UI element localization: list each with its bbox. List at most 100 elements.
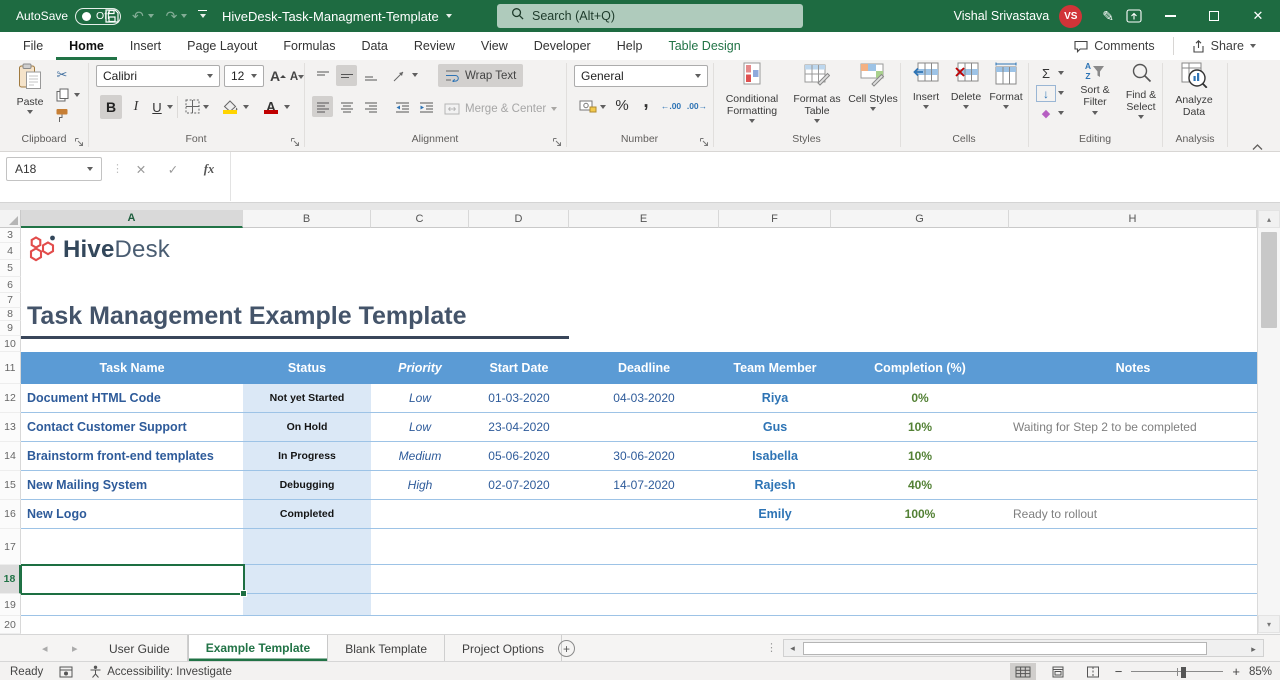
header-priority[interactable]: Priority [371, 352, 469, 384]
vertical-scrollbar[interactable]: ▴ ▾ [1257, 210, 1280, 634]
cell-status[interactable]: Not yet Started [243, 384, 371, 412]
cell-task[interactable]: Brainstorm front-end templates [21, 442, 243, 470]
name-box[interactable]: A18 [6, 157, 102, 181]
fill-handle[interactable] [240, 590, 247, 597]
vertical-scrollbar-thumb[interactable] [1261, 232, 1277, 328]
cell-start-date[interactable]: 05-06-2020 [469, 442, 569, 470]
view-page-layout-button[interactable] [1045, 663, 1071, 680]
customize-quick-access-icon[interactable] [193, 0, 212, 32]
row-header[interactable]: 7 [0, 293, 21, 308]
number-format-select[interactable]: General [574, 65, 708, 87]
cell-status[interactable]: In Progress [243, 442, 371, 470]
row-header[interactable]: 15 [0, 471, 21, 500]
zoom-out-button[interactable]: − [1115, 664, 1123, 679]
cell-status[interactable]: On Hold [243, 413, 371, 441]
tab-bar-resizer[interactable]: ⋮ [766, 641, 777, 654]
cell-notes[interactable] [1009, 442, 1257, 470]
user-name[interactable]: Vishal Srivastava [954, 9, 1050, 23]
cell-deadline[interactable]: 14-07-2020 [569, 471, 719, 499]
fill-color-button[interactable] [220, 94, 240, 118]
avatar[interactable]: VS [1059, 5, 1082, 28]
sheet-nav-right-icon[interactable]: ▸ [72, 635, 78, 662]
minimize-button[interactable] [1148, 0, 1192, 32]
insert-function-icon[interactable]: fx [196, 157, 222, 181]
cell-deadline[interactable] [569, 413, 719, 441]
redo-icon[interactable]: ↷ [160, 0, 194, 32]
fill-button[interactable]: ↓ [1036, 85, 1056, 102]
cell-completion[interactable]: 40% [831, 471, 1009, 499]
tab-table-design[interactable]: Table Design [655, 32, 753, 60]
number-dialog-launcher-icon[interactable] [699, 134, 710, 145]
clear-dropdown-icon[interactable] [1058, 111, 1064, 115]
scroll-down-icon[interactable]: ▾ [1258, 615, 1280, 633]
cell-status[interactable]: Completed [243, 500, 371, 528]
comments-button[interactable]: Comments [1064, 34, 1164, 58]
cell-priority[interactable]: Medium [371, 442, 469, 470]
align-left-button[interactable] [312, 96, 333, 117]
row-header[interactable]: 11 [0, 352, 21, 384]
cell-priority[interactable] [371, 500, 469, 528]
font-color-dropdown-icon[interactable] [284, 105, 290, 109]
format-cells-button[interactable]: Format [986, 62, 1026, 109]
select-all-button[interactable] [0, 210, 21, 228]
ribbon-display-options-icon[interactable] [1120, 0, 1148, 32]
row-header[interactable]: 13 [0, 413, 21, 442]
close-button[interactable]: ✕ [1236, 0, 1280, 32]
analyze-data-button[interactable]: Analyze Data [1166, 62, 1222, 118]
name-box-resizer[interactable]: ⋮ [112, 162, 123, 175]
tab-data[interactable]: Data [348, 32, 400, 60]
delete-cells-button[interactable]: Delete [946, 62, 986, 109]
tab-view[interactable]: View [468, 32, 521, 60]
cell-completion[interactable]: 10% [831, 442, 1009, 470]
row-header[interactable]: 16 [0, 500, 21, 529]
format-as-table-button[interactable]: Format as Table [788, 62, 846, 123]
format-painter-button[interactable] [52, 107, 72, 123]
cell-notes[interactable]: Ready to rollout [1009, 500, 1257, 528]
cell-task[interactable]: Contact Customer Support [21, 413, 243, 441]
horizontal-scrollbar[interactable]: ◂ ▸ [783, 639, 1264, 657]
conditional-formatting-button[interactable]: Conditional Formatting [720, 62, 784, 123]
column-header-f[interactable]: F [719, 210, 831, 228]
align-center-button[interactable] [336, 96, 357, 117]
zoom-slider[interactable] [1131, 665, 1223, 679]
row-header[interactable]: 6 [0, 277, 21, 293]
cell-priority[interactable]: High [371, 471, 469, 499]
clear-button[interactable]: ◆ [1036, 105, 1056, 122]
zoom-in-button[interactable]: + [1232, 664, 1240, 679]
cell-styles-button[interactable]: Cell Styles [848, 62, 898, 111]
increase-decimal-button[interactable]: ←.00 [658, 97, 684, 115]
share-button[interactable]: Share [1182, 34, 1266, 58]
bold-button[interactable]: B [100, 95, 122, 119]
cell-priority[interactable]: Low [371, 384, 469, 412]
tab-insert[interactable]: Insert [117, 32, 174, 60]
tab-developer[interactable]: Developer [521, 32, 604, 60]
view-page-break-button[interactable] [1080, 663, 1106, 680]
column-header-e[interactable]: E [569, 210, 719, 228]
pen-mode-icon[interactable]: ✎ [1096, 0, 1120, 32]
row-header[interactable]: 4 [0, 243, 21, 260]
tab-page-layout[interactable]: Page Layout [174, 32, 270, 60]
cell-deadline[interactable]: 04-03-2020 [569, 384, 719, 412]
column-header-b[interactable]: B [243, 210, 371, 228]
row-header[interactable]: 8 [0, 308, 21, 321]
column-header-h[interactable]: H [1009, 210, 1257, 228]
cell-notes[interactable]: Waiting for Step 2 to be completed [1009, 413, 1257, 441]
font-dialog-launcher-icon[interactable] [290, 134, 301, 145]
merge-center-button[interactable]: Merge & Center [438, 97, 563, 120]
accessibility-status[interactable]: Accessibility: Investigate [89, 665, 232, 678]
scroll-left-icon[interactable]: ◂ [784, 640, 801, 656]
sheet-tab-user-guide[interactable]: User Guide [92, 635, 188, 662]
tab-formulas[interactable]: Formulas [270, 32, 348, 60]
cell-notes[interactable] [1009, 384, 1257, 412]
copy-dropdown-icon[interactable] [74, 93, 80, 97]
tab-file[interactable]: File [10, 32, 56, 60]
font-family-select[interactable]: Calibri [96, 65, 220, 87]
percent-style-button[interactable]: % [612, 95, 632, 116]
increase-indent-button[interactable] [416, 96, 437, 117]
autosum-dropdown-icon[interactable] [1058, 71, 1064, 75]
accounting-dropdown-icon[interactable] [600, 105, 606, 109]
cell-start-date[interactable]: 02-07-2020 [469, 471, 569, 499]
cell-team-member[interactable]: Emily [719, 500, 831, 528]
comma-style-button[interactable]: , [638, 90, 654, 114]
cell-deadline[interactable]: 30-06-2020 [569, 442, 719, 470]
